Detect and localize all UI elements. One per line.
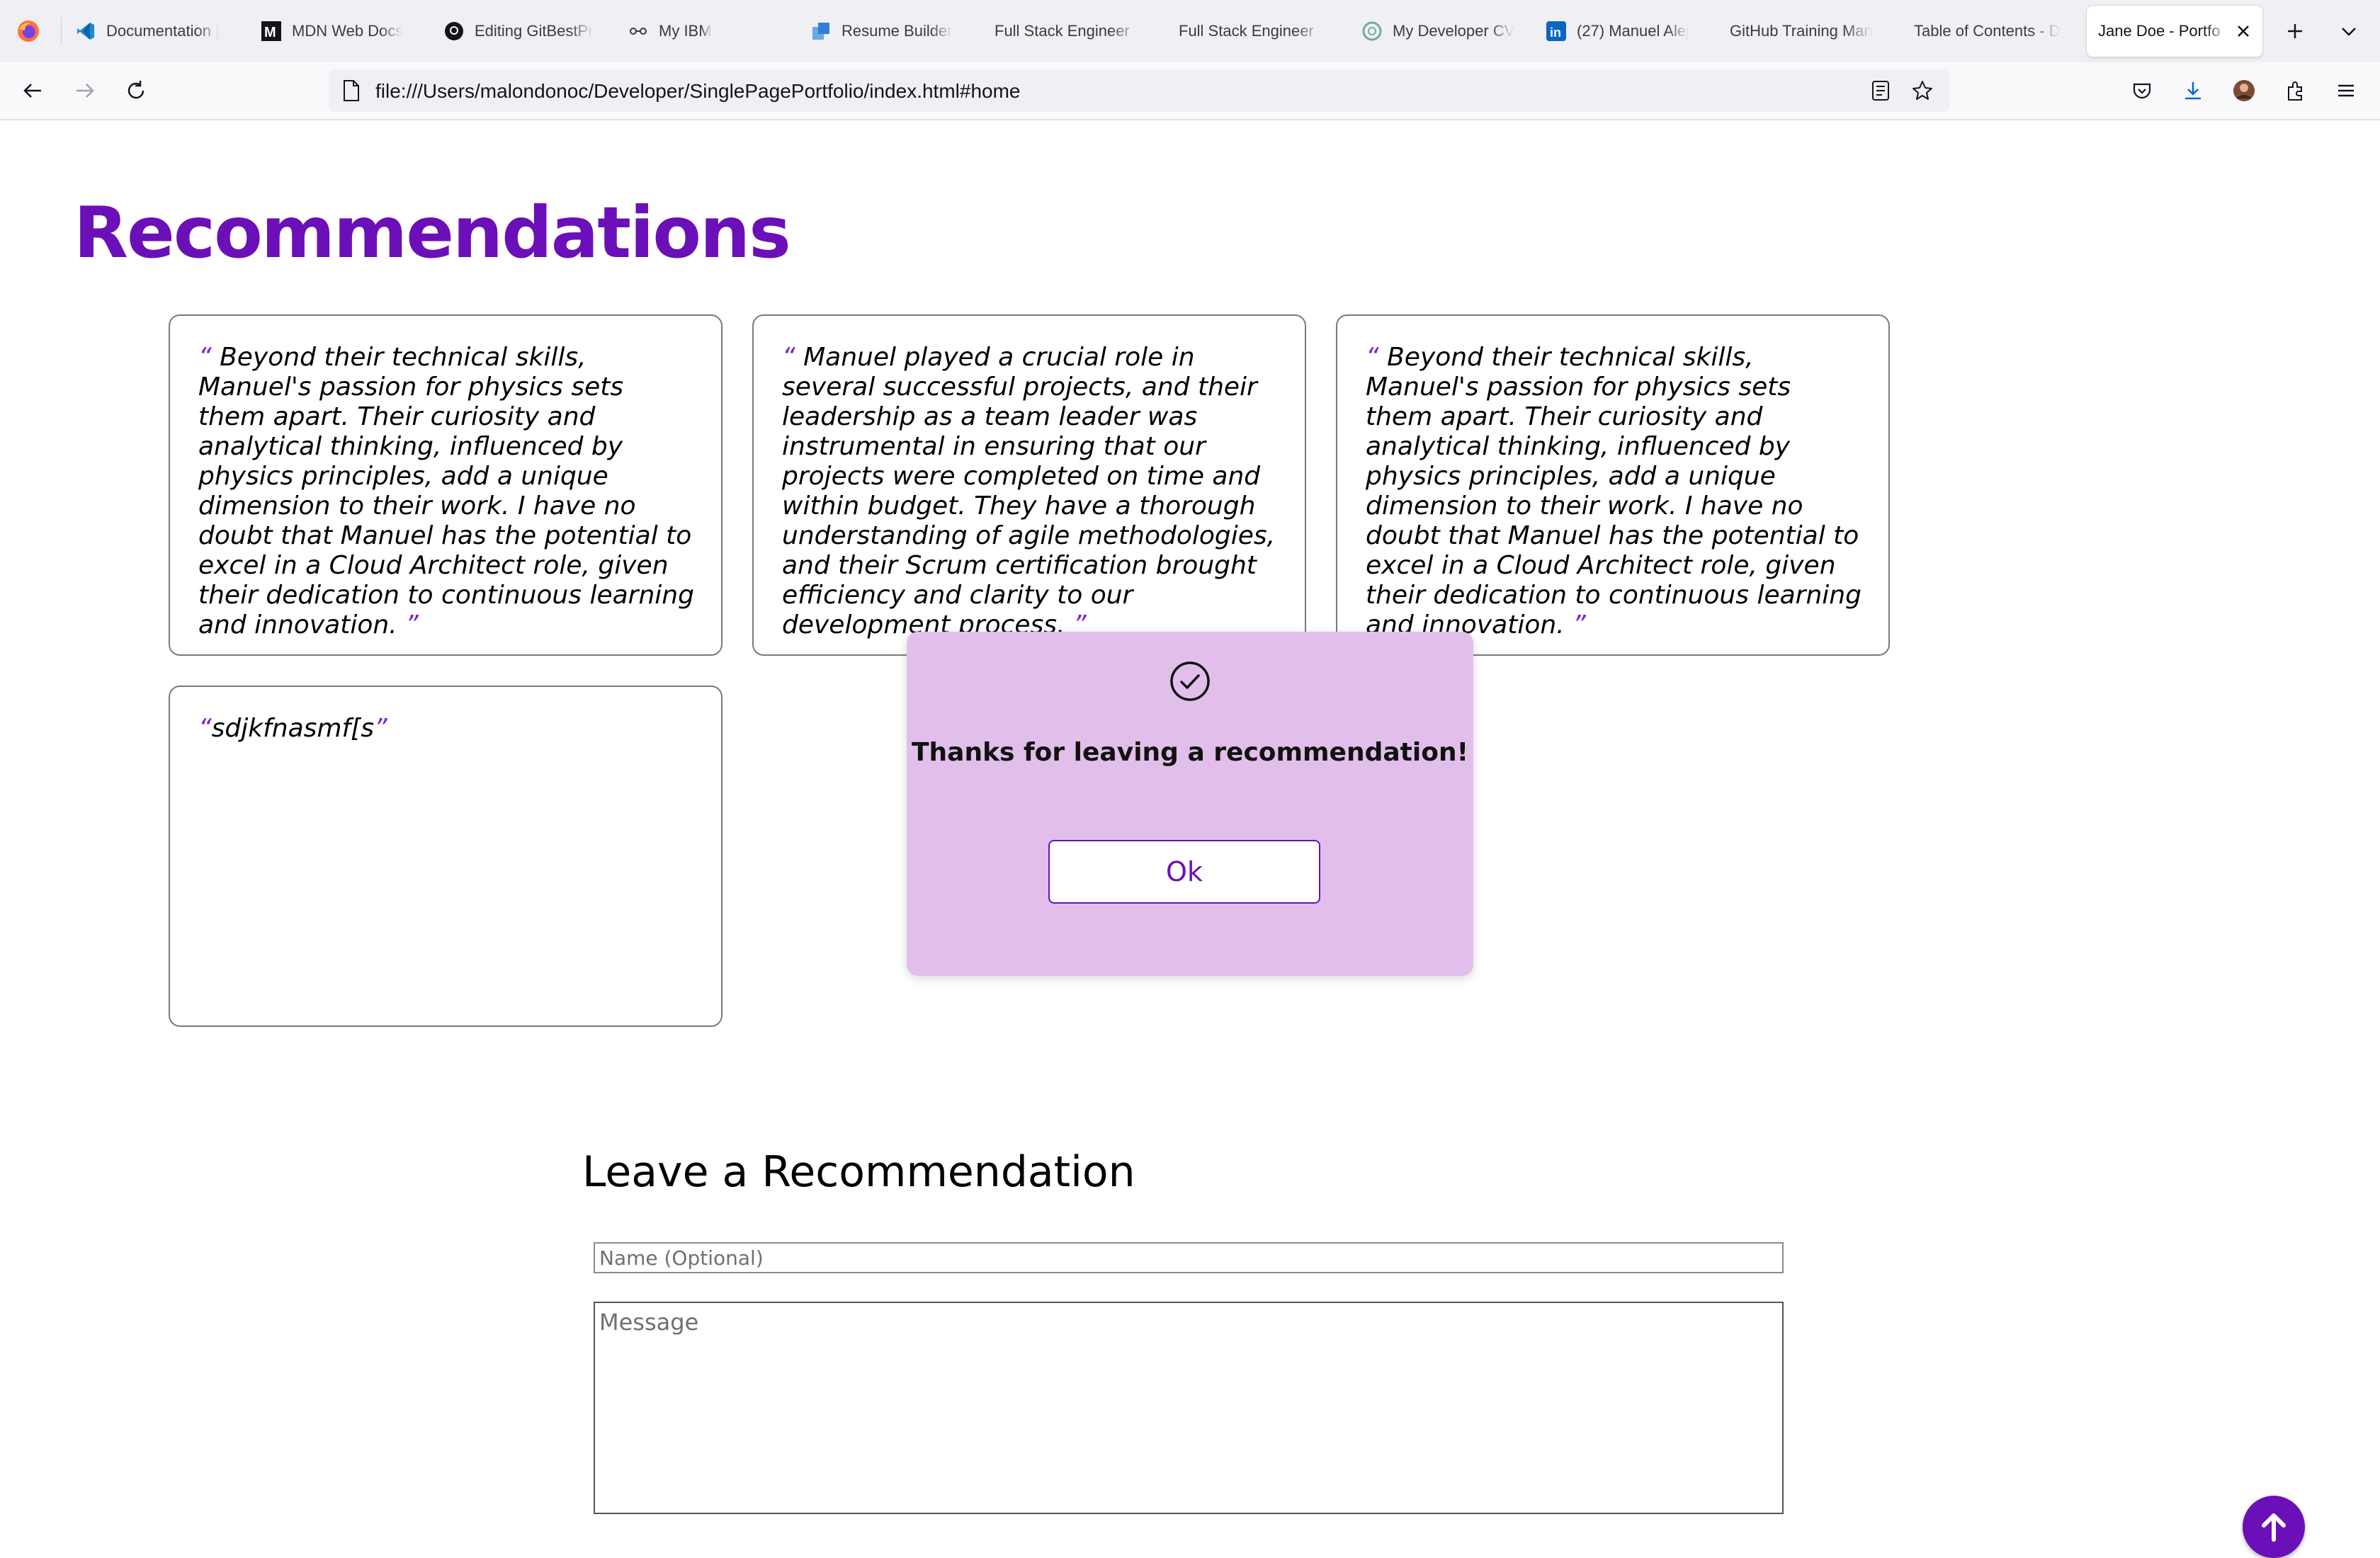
- recommendation-text: “sdjkfnasmf[s”: [198, 714, 696, 744]
- tab-title: Documentation |: [106, 22, 220, 40]
- avatar[interactable]: [2230, 76, 2258, 105]
- tab-title: My Developer CV: [1393, 22, 1515, 40]
- reader-view-icon[interactable]: [1870, 79, 1891, 105]
- tab-title: Resume Builder: [842, 22, 953, 40]
- tab-full-stack-1[interactable]: Full Stack Engineer -: [994, 6, 1150, 57]
- tab-jane-doe-portfolio[interactable]: Jane Doe - Portfo: [2087, 6, 2262, 57]
- chatgpt-icon: [1361, 21, 1383, 42]
- back-arrow-icon[interactable]: [18, 76, 47, 105]
- tab-list-chevron-icon[interactable]: [2335, 17, 2363, 45]
- tab-title: My IBM: [659, 22, 712, 40]
- recommendation-body: sdjkfnasmf[s: [211, 714, 374, 743]
- page-icon: [341, 79, 361, 105]
- tab-title: (27) Manuel Alej: [1577, 22, 1689, 40]
- ok-button[interactable]: Ok: [1048, 840, 1320, 904]
- tab-github-training[interactable]: GitHub Training Man: [1730, 6, 1886, 57]
- form-title: Leave a Recommendation: [582, 1147, 1135, 1197]
- svg-text:in: in: [1550, 25, 1561, 40]
- recommendation-text: “ Manuel played a crucial role in severa…: [782, 343, 1279, 640]
- browser-tab-strip: Documentation | M MDN Web Docs Editing G…: [0, 0, 2380, 63]
- recommendation-body: Beyond their technical skills, Manuel's …: [198, 343, 694, 639]
- open-quote: “: [782, 343, 795, 372]
- tab-my-developer-cv[interactable]: My Developer CV: [1361, 6, 1517, 57]
- close-tab-icon[interactable]: [2236, 23, 2251, 39]
- linkedin-icon: in: [1546, 21, 1567, 42]
- tab-title: Full Stack Engineer -: [1179, 22, 1324, 40]
- tab-editing-gitbest[interactable]: Editing GitBestPr: [443, 6, 599, 57]
- tab-my-ibm[interactable]: My IBM: [628, 6, 755, 57]
- firefox-icon[interactable]: [14, 17, 42, 45]
- modal-message: Thanks for leaving a recommendation!: [911, 738, 1468, 767]
- tab-title: GitHub Training Man: [1730, 22, 1873, 40]
- close-quote: ”: [373, 714, 387, 743]
- recommendation-card: “ Beyond their technical skills, Manuel'…: [169, 314, 722, 656]
- check-circle-icon: [1170, 661, 1210, 701]
- resume-builder-icon: [810, 21, 832, 42]
- recommendation-card: “sdjkfnasmf[s”: [169, 686, 722, 1027]
- confirmation-modal: Thanks for leaving a recommendation! Ok: [907, 632, 1473, 976]
- recommendation-card: “ Manuel played a crucial role in severa…: [752, 314, 1306, 656]
- menu-hamburger-icon[interactable]: [2332, 76, 2360, 105]
- extensions-icon[interactable]: [2281, 76, 2309, 105]
- github-icon: [443, 21, 465, 42]
- close-quote: ”: [405, 610, 419, 639]
- recommendation-card: “ Beyond their technical skills, Manuel'…: [1336, 314, 1890, 656]
- scroll-to-top-button[interactable]: [2243, 1496, 2305, 1558]
- page-content: Recommendations “ Beyond their technical…: [0, 120, 2380, 1558]
- downloads-icon[interactable]: [2179, 76, 2207, 105]
- tab-title: Full Stack Engineer -: [994, 22, 1140, 40]
- new-tab-icon[interactable]: [2281, 17, 2309, 45]
- page-title: Recommendations: [74, 191, 791, 274]
- open-quote: “: [1366, 343, 1379, 372]
- tab-resume-builder[interactable]: Resume Builder: [810, 6, 966, 57]
- url-text: file:///Users/malondonoc/Developer/Singl…: [375, 80, 1021, 102]
- tab-documentation[interactable]: Documentation |: [75, 6, 231, 57]
- svg-text:M: M: [264, 25, 276, 40]
- open-quote: “: [198, 343, 212, 372]
- browser-nav-bar: file:///Users/malondonoc/Developer/Singl…: [0, 62, 2380, 120]
- tab-linkedin[interactable]: in (27) Manuel Alej: [1546, 6, 1701, 57]
- tab-title: MDN Web Docs: [292, 22, 404, 40]
- close-quote: ”: [1572, 610, 1586, 639]
- mdn-icon: M: [261, 21, 282, 42]
- tab-mdn[interactable]: M MDN Web Docs: [261, 6, 416, 57]
- pocket-icon[interactable]: [2128, 76, 2156, 105]
- forward-arrow-icon[interactable]: [71, 76, 99, 105]
- recommendation-body: Beyond their technical skills, Manuel's …: [1366, 343, 1862, 639]
- open-quote: “: [198, 714, 212, 743]
- tab-table-of-contents[interactable]: Table of Contents - D: [1914, 6, 2070, 57]
- tab-title: Table of Contents - D: [1914, 22, 2061, 40]
- vscode-icon: [75, 21, 96, 42]
- ibm-icon: [628, 21, 649, 42]
- tab-title: Editing GitBestPr: [475, 22, 594, 40]
- name-input[interactable]: [594, 1242, 1784, 1273]
- message-field[interactable]: [594, 1302, 1784, 1514]
- recommendation-text: “ Beyond their technical skills, Manuel'…: [198, 343, 696, 640]
- bookmark-star-icon[interactable]: [1911, 79, 1934, 105]
- tab-full-stack-2[interactable]: Full Stack Engineer -: [1179, 6, 1334, 57]
- arrow-up-icon: [2262, 1513, 2286, 1542]
- tab-title: Jane Doe - Portfo: [2098, 22, 2221, 40]
- address-bar[interactable]: file:///Users/malondonoc/Developer/Singl…: [329, 69, 1949, 112]
- recommendation-body: Manuel played a crucial role in several …: [782, 343, 1276, 639]
- reload-icon[interactable]: [122, 76, 150, 105]
- recommendation-text: “ Beyond their technical skills, Manuel'…: [1366, 343, 1863, 640]
